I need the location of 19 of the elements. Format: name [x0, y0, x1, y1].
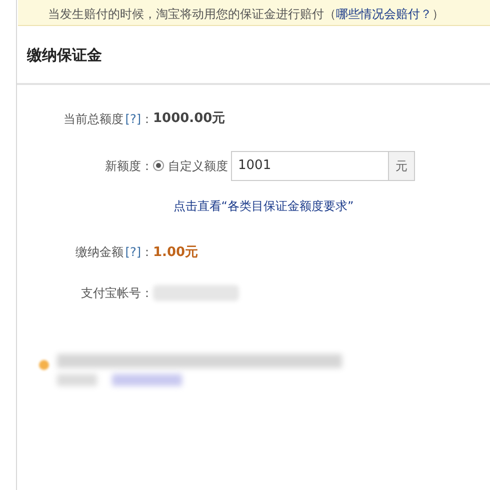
unit-label: 元	[389, 150, 415, 180]
requirements-link[interactable]: 点击直看“各类目保证金额度要求”	[173, 196, 354, 214]
field-label: 新额度：	[105, 158, 153, 174]
notice-text: 当发生赔付的时候，淘宝将动用您的保证金进行赔付（哪些情况会赔付？）	[48, 7, 444, 21]
radio-option[interactable]: 自定义额度	[153, 156, 228, 174]
section-title: 缴纳保证金	[27, 44, 102, 66]
warning-icon	[39, 360, 49, 370]
help-link[interactable]: 哪些情况会赔付？	[336, 7, 432, 21]
radio-button[interactable]	[153, 160, 164, 171]
field-label: 支付宝帐号：	[81, 285, 153, 302]
current-limit-value: 1000.00元	[153, 110, 226, 128]
colon-text: ：	[141, 110, 153, 128]
help-link[interactable]: [?]	[125, 243, 141, 262]
colon-text: ：	[141, 244, 153, 262]
amount-input[interactable]: 1001	[231, 150, 389, 180]
field-label: 当前总额度	[63, 110, 124, 128]
field-label: 缴纳金额	[75, 244, 124, 262]
help-link[interactable]: [?]	[125, 110, 141, 128]
payment-amount-value: 1.00元	[153, 244, 198, 262]
